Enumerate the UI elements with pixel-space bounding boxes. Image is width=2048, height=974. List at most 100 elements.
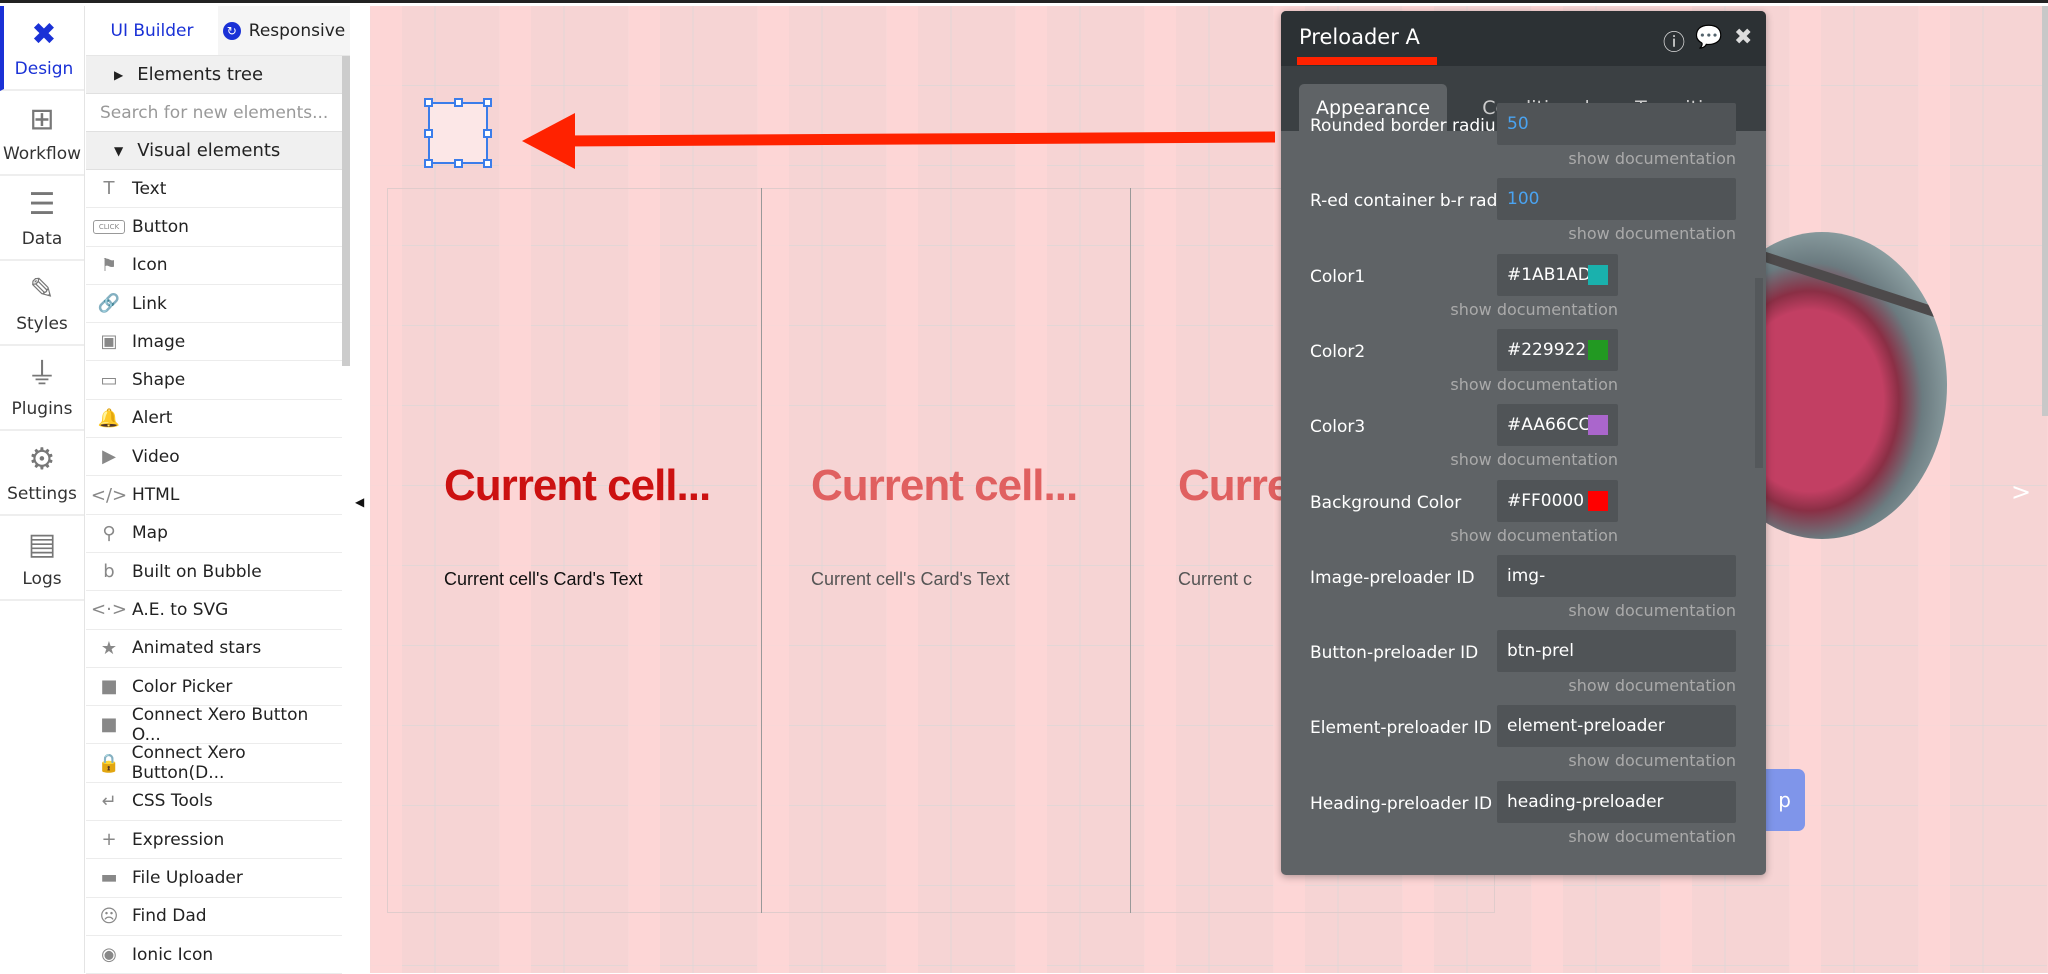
caret-right-icon: ▶ (114, 67, 124, 82)
search-elements-input[interactable]: Search for new elements... (86, 94, 342, 132)
property-input[interactable]: 50 (1497, 103, 1736, 145)
find-dad-icon: ☹ (99, 905, 119, 927)
alert-icon: 🔔 (97, 407, 121, 429)
show-documentation-link[interactable]: show documentation (1568, 149, 1736, 168)
element-item[interactable]: + Expression (86, 821, 342, 860)
show-documentation-link[interactable]: show documentation (1450, 300, 1618, 319)
color-swatch[interactable] (1588, 339, 1608, 360)
resize-handle[interactable] (483, 98, 492, 107)
property-input[interactable]: 100 (1497, 178, 1736, 221)
collapse-panel-icon[interactable]: ◀ (355, 495, 364, 509)
element-item[interactable]: ↵ CSS Tools (86, 783, 342, 822)
property-value: btn-prel (1507, 641, 1574, 662)
show-documentation-link[interactable]: show documentation (1450, 450, 1618, 469)
nav-label: Data (21, 228, 63, 249)
cell-text[interactable]: Current cell's Card's Text (811, 569, 1010, 590)
cell-text[interactable]: Current c (1178, 569, 1252, 590)
selected-preloader-element[interactable] (424, 98, 492, 168)
tab-ui-builder[interactable]: UI Builder (86, 6, 218, 55)
elements-tree-toggle[interactable]: ▶ Elements tree (86, 56, 342, 94)
show-documentation-link[interactable]: show documentation (1568, 676, 1736, 695)
element-item[interactable]: ■ Connect Xero Button O... (86, 705, 342, 745)
nav-styles[interactable]: ✎ Styles (0, 261, 84, 346)
css-tools-icon: ↵ (101, 790, 117, 812)
element-item[interactable]: ▬ File Uploader (86, 859, 342, 898)
resize-handle[interactable] (424, 159, 433, 168)
color-swatch[interactable] (1588, 415, 1608, 436)
element-item[interactable]: ⚑ Icon (86, 247, 342, 285)
property-input[interactable]: #FF0000 (1497, 479, 1618, 522)
design-icon: ✖ (31, 16, 57, 52)
cell-heading[interactable]: Current cell... (811, 461, 1078, 511)
element-item[interactable]: ▣ Image (86, 323, 342, 362)
color-swatch[interactable] (1588, 264, 1608, 285)
element-item[interactable]: ★ Animated stars (86, 630, 342, 668)
element-item[interactable]: T Text (86, 170, 342, 209)
nav-design[interactable]: ✖ Design (0, 6, 84, 91)
property-value: 100 (1507, 189, 1540, 210)
show-documentation-link[interactable]: show documentation (1568, 224, 1736, 243)
close-icon[interactable]: ✖ (1734, 25, 1752, 50)
property-input[interactable]: element-preloader (1497, 705, 1736, 748)
element-item[interactable]: ◉ Ionic Icon (86, 936, 342, 974)
property-input[interactable]: btn-prel (1497, 630, 1736, 673)
show-documentation-link[interactable]: show documentation (1450, 526, 1618, 545)
property-input[interactable]: heading-preloader (1497, 780, 1736, 823)
show-documentation-link[interactable]: show documentation (1450, 375, 1618, 394)
element-item-label: Ionic Icon (132, 944, 214, 965)
color-swatch[interactable] (1588, 490, 1608, 511)
resize-handle[interactable] (424, 129, 433, 138)
element-item[interactable]: ▭ Shape (86, 361, 342, 400)
resize-handle[interactable] (483, 159, 492, 168)
property-input[interactable]: #229922 (1497, 328, 1618, 371)
element-item-label: Built on Bubble (132, 561, 262, 582)
resize-handle[interactable] (454, 159, 463, 168)
property-editor[interactable]: Preloader A ⓘ 💬 ✖ Appearance Conditional… (1281, 11, 1766, 875)
element-item[interactable]: 🔔 Alert (86, 400, 342, 439)
nav-settings[interactable]: ⚙ Settings (0, 431, 84, 516)
element-item[interactable]: b Built on Bubble (86, 553, 342, 592)
canvas-scrollbar[interactable] (2042, 6, 2048, 416)
cell-text[interactable]: Current cell's Card's Text (444, 569, 643, 590)
panel-scrollbar[interactable] (342, 56, 350, 366)
element-item[interactable]: </> HTML (86, 476, 342, 515)
property-input[interactable]: img- (1497, 554, 1736, 597)
nav-plugins[interactable]: ⏚ Plugins (0, 346, 84, 431)
property-label: Background Color (1310, 492, 1462, 513)
show-documentation-link[interactable]: show documentation (1568, 601, 1736, 620)
info-icon[interactable]: ⓘ (1663, 25, 1685, 57)
element-item-label: Video (132, 446, 180, 467)
element-item[interactable]: CLICK Button (86, 208, 342, 247)
element-item[interactable]: <·> A.E. to SVG (86, 591, 342, 630)
comment-icon[interactable]: 💬 (1695, 25, 1722, 50)
visual-elements-toggle[interactable]: ▼ Visual elements (86, 132, 342, 170)
property-input[interactable]: #1AB1AD (1497, 253, 1618, 296)
chevron-right-icon[interactable]: > (2011, 478, 2031, 506)
gear-icon: ⚙ (28, 441, 56, 477)
show-documentation-link[interactable]: show documentation (1568, 827, 1736, 846)
nav-logs[interactable]: ▤ Logs (0, 516, 84, 601)
workflow-icon: ⊞ (29, 101, 55, 137)
element-item[interactable]: ▶ Video (86, 438, 342, 477)
element-item-label: Shape (132, 370, 186, 391)
expression-icon: + (101, 829, 117, 851)
text-icon: T (103, 178, 115, 200)
element-item[interactable]: ☹ Find Dad (86, 898, 342, 936)
cell-heading[interactable]: Current cell... (444, 461, 711, 511)
property-editor-title: Preloader A (1299, 25, 1420, 49)
nav-workflow[interactable]: ⊞ Workflow (0, 91, 84, 176)
nav-label: Logs (22, 568, 62, 589)
resize-handle[interactable] (424, 98, 433, 107)
element-item[interactable]: 🔒 Connect Xero Button(D... (86, 743, 342, 783)
property-editor-scrollbar[interactable] (1755, 278, 1763, 468)
tab-responsive[interactable]: ↻ Responsive (218, 6, 350, 55)
resize-handle[interactable] (483, 129, 492, 138)
element-item[interactable]: 🔗 Link (86, 285, 342, 324)
resize-handle[interactable] (454, 98, 463, 107)
show-documentation-link[interactable]: show documentation (1568, 751, 1736, 770)
element-item[interactable]: ■ Color Picker (86, 668, 342, 707)
nav-data[interactable]: ☰ Data (0, 176, 84, 261)
property-input[interactable]: #AA66CC (1497, 404, 1618, 447)
cell-heading[interactable]: Curre (1178, 461, 1291, 511)
element-item[interactable]: ⚲ Map (86, 515, 342, 553)
